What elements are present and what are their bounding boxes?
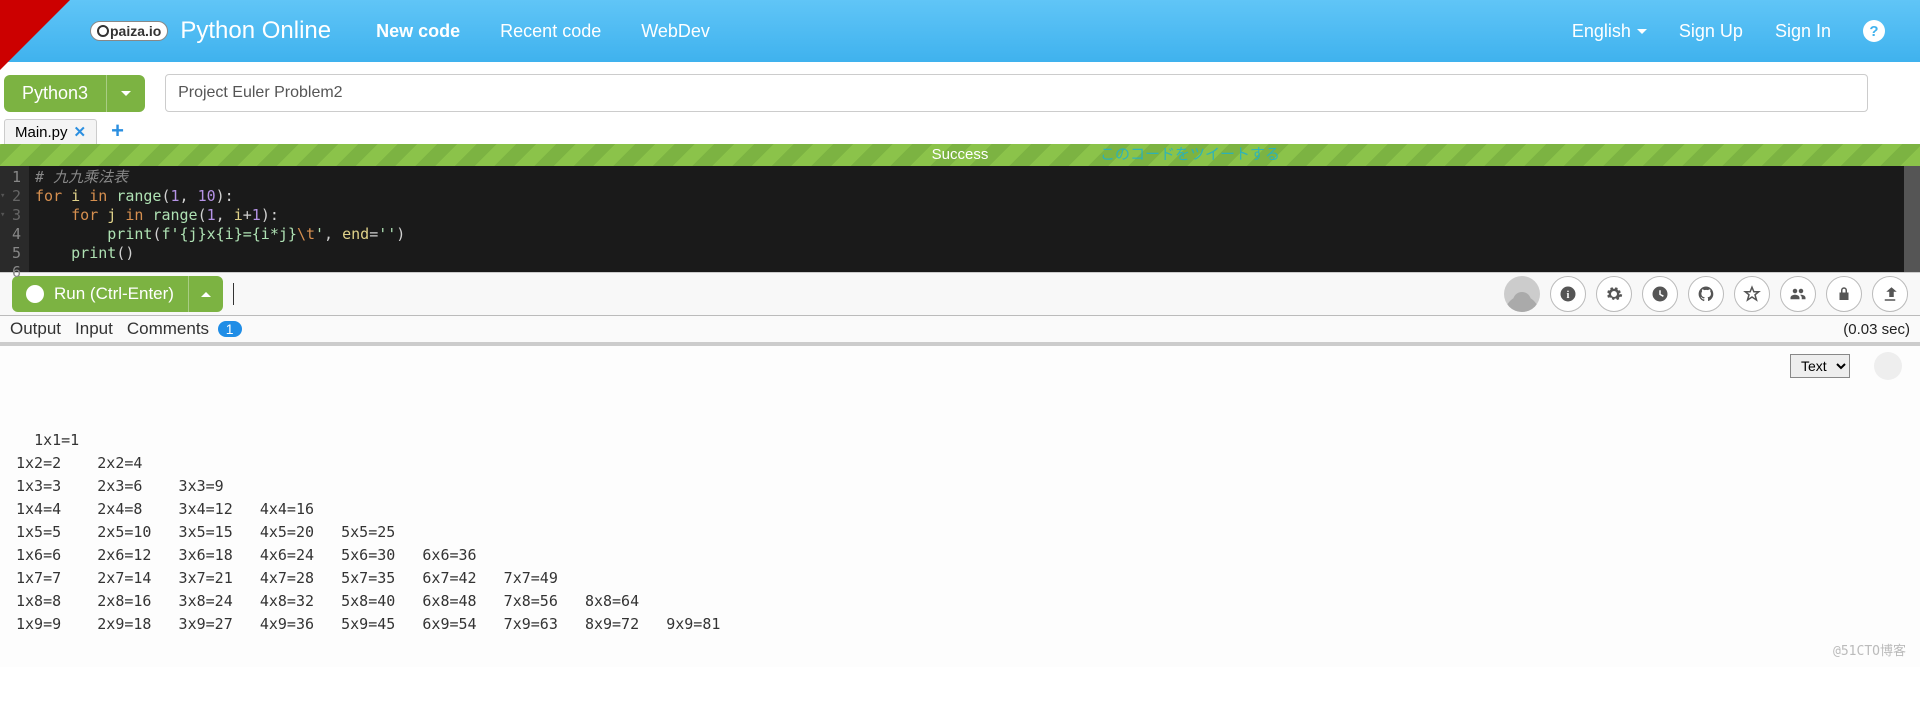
nav-webdev[interactable]: WebDev [641,21,710,42]
logo-text: paiza.io [110,23,161,39]
watermark: @51CTO博客 [1833,640,1906,663]
editor-scrollbar[interactable] [1904,166,1920,272]
line-no: 5 [12,244,21,263]
code-content[interactable]: # 九九乘法表 for i in range(1, 10): for j in … [29,166,411,272]
format-select[interactable]: Text [1790,354,1850,378]
help-icon[interactable]: ? [1863,20,1885,42]
code-editor[interactable]: 1 2 3 4 5 6 # 九九乘法表 for i in range(1, 10… [0,166,1920,272]
t: print [71,244,116,262]
refresh-icon [1874,352,1902,380]
t: for [71,206,98,224]
avatar-icon[interactable] [1504,276,1540,312]
t: end [342,225,369,243]
t: in [125,206,143,224]
nav-links: New code Recent code WebDev [376,21,710,42]
line-no: 2 [12,187,21,206]
lock-icon[interactable] [1826,276,1862,312]
run-label: Run (Ctrl-Enter) [54,284,174,304]
svg-text:i: i [1567,290,1570,301]
tweet-code-link[interactable]: このコードをツイートする [1100,144,1280,166]
file-tabs: Main.py ✕ + [0,116,1920,144]
file-tab-label: Main.py [15,124,68,141]
tab-input[interactable]: Input [75,319,113,339]
nav-recent-code[interactable]: Recent code [500,21,601,42]
language-selector[interactable]: Python3 [4,75,145,112]
t: i [234,206,243,224]
tab-output[interactable]: Output [10,319,61,339]
t: '' [378,225,396,243]
line-no: 4 [12,225,21,244]
t: f' [161,225,179,243]
status-bar: Success このコードをツイートする [0,144,1920,166]
t: 1 [171,187,180,205]
toolbar-right: i [1504,276,1908,312]
line-gutter: 1 2 3 4 5 6 [0,166,29,272]
t: 1 [207,206,216,224]
file-tab-main[interactable]: Main.py ✕ [4,119,97,144]
t: in [89,187,107,205]
comments-badge: 1 [218,321,242,337]
gear-icon[interactable] [1596,276,1632,312]
close-tab-icon[interactable]: ✕ [74,123,87,141]
brand-title: Python Online [180,17,331,45]
output-text: 1x1=1 1x2=2 2x2=4 1x3=3 2x3=6 3x3=9 1x4=… [16,431,720,633]
t: \t [297,225,315,243]
t: 1 [252,206,261,224]
play-icon [36,289,44,299]
title-input[interactable] [165,74,1868,112]
t: i [71,187,80,205]
run-button[interactable]: Run (Ctrl-Enter) [12,276,223,312]
output-header: Output Input Comments 1 (0.03 sec) [0,316,1920,346]
t: {j}x{i}={i*j} [180,225,297,243]
add-tab-icon[interactable]: + [111,118,124,144]
users-icon[interactable] [1780,276,1816,312]
t: print [107,225,152,243]
run-toolbar: Run (Ctrl-Enter) i [0,272,1920,316]
sign-in-link[interactable]: Sign In [1775,21,1831,42]
t: j [107,206,116,224]
tab-comments-label: Comments [127,319,209,338]
sign-up-link[interactable]: Sign Up [1679,21,1743,42]
line-no: 6 [12,263,21,282]
star-icon[interactable] [1734,276,1770,312]
title-row: Python3 [0,62,1920,116]
t: 10 [198,187,216,205]
history-icon[interactable] [1642,276,1678,312]
run-timing: (0.03 sec) [1843,321,1910,338]
beta-ribbon: Beta [0,0,70,70]
nav-right: English Sign Up Sign In ? [1572,20,1885,42]
github-icon[interactable] [1688,276,1724,312]
tab-comments[interactable]: Comments 1 [127,319,242,339]
text-cursor [233,283,234,305]
status-text: Success [932,146,989,163]
info-icon[interactable]: i [1550,276,1586,312]
t: for [35,187,62,205]
language-caret-icon[interactable] [106,75,145,112]
t: range [116,187,161,205]
t: range [152,206,197,224]
share-icon[interactable] [1872,276,1908,312]
t: ' [315,225,324,243]
code-comment: # 九九乘法表 [35,168,128,186]
run-options-caret-icon[interactable] [188,276,223,312]
language-dropdown[interactable]: English [1572,21,1647,42]
line-no: 1 [12,168,21,187]
top-navbar: Beta paiza.io Python Online New code Rec… [0,0,1920,62]
paiza-logo[interactable]: paiza.io [90,21,168,41]
language-label: Python3 [4,75,106,112]
line-no: 3 [12,206,21,225]
nav-new-code[interactable]: New code [376,21,460,42]
output-area: Text 1x1=1 1x2=2 2x2=4 1x3=3 2x3=6 3x3=9… [0,346,1920,667]
